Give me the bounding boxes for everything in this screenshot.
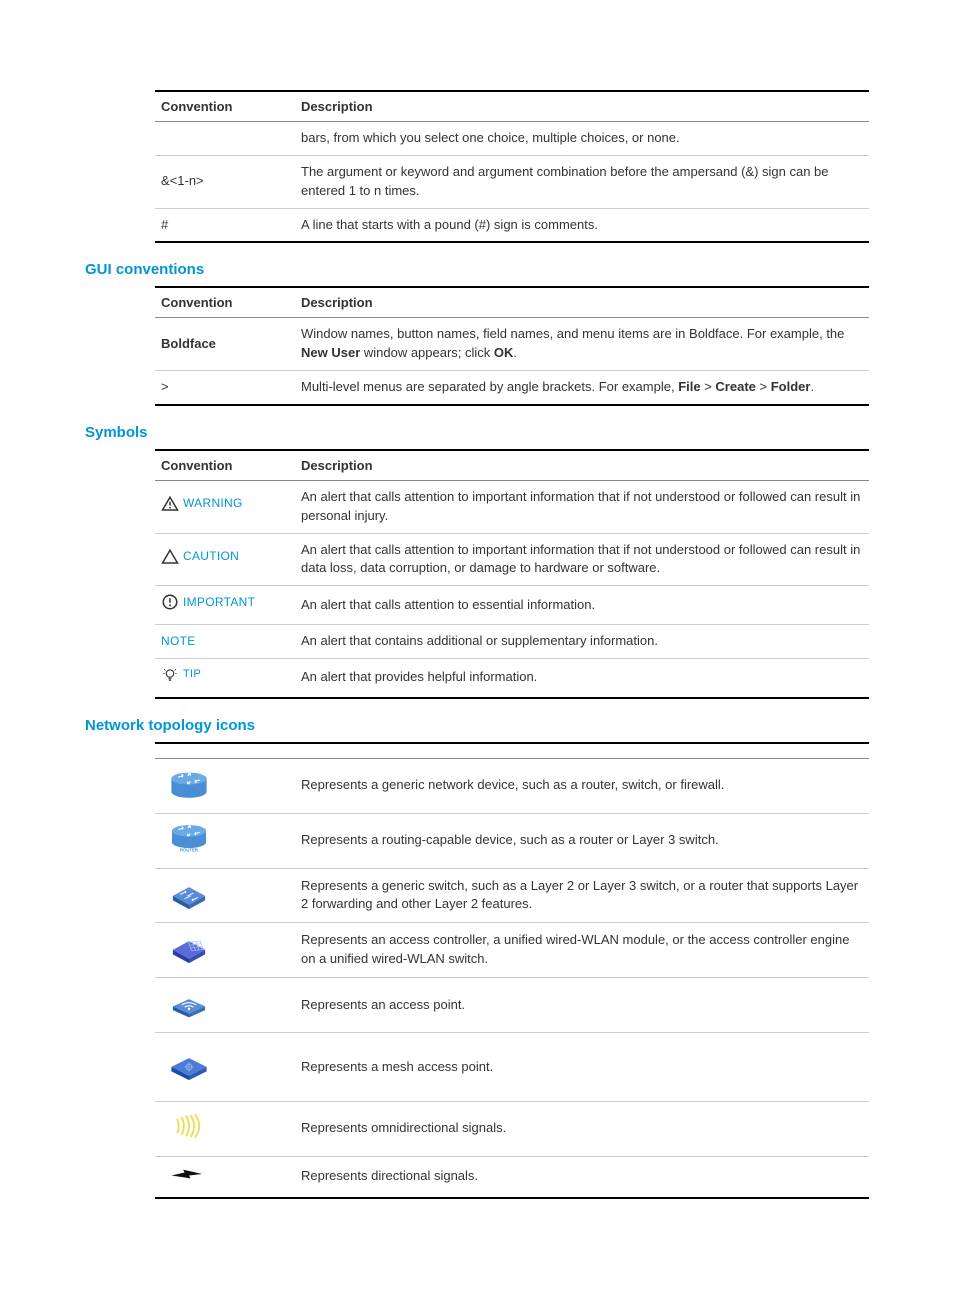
table-row: IMPORTANT An alert that calls attention … [155,586,869,625]
header-convention: Convention [155,287,295,318]
mesh-access-point-icon [167,1047,211,1081]
tip-lightbulb-icon [161,666,179,684]
table-row: &<1-n> The argument or keyword and argum… [155,155,869,208]
access-point-icon [167,985,211,1019]
table-row: bars, from which you select one choice, … [155,122,869,156]
table-row: Represents an access point. [155,978,869,1033]
generic-network-device-icon [167,766,211,800]
header-description: Description [295,450,869,481]
table-row: # A line that starts with a pound (#) si… [155,208,869,242]
symbols-table: Convention Description WARNING An alert … [155,449,869,699]
directional-signals-icon [167,1164,211,1184]
switch-device-icon [167,876,211,910]
header-convention: Convention [155,91,295,122]
table-row: CAUTION An alert that calls attention to… [155,533,869,586]
heading-gui-conventions: GUI conventions [85,261,869,278]
table-row: > Multi-level menus are separated by ang… [155,371,869,405]
table-row: ROUTER Represents a routing-capable devi… [155,813,869,868]
table-row: Represents omnidirectional signals. [155,1101,869,1156]
conventions-table-continued: Convention Description bars, from which … [155,90,869,243]
caution-triangle-icon [161,548,179,566]
table-row: Represents a generic network device, suc… [155,758,869,813]
omnidirectional-signals-icon [167,1109,211,1143]
table-row: Represents directional signals. [155,1156,869,1197]
topology-table: Represents a generic network device, suc… [155,742,869,1199]
header-convention: Convention [155,450,295,481]
table-row: Boldface Window names, button names, fie… [155,318,869,371]
heading-symbols: Symbols [85,424,869,441]
table-row: WARNING An alert that calls attention to… [155,480,869,533]
heading-network-topology: Network topology icons [85,717,869,734]
access-controller-icon [167,930,211,964]
header-description: Description [295,287,869,318]
svg-text:ROUTER: ROUTER [180,847,198,852]
table-row: Represents an access controller, a unifi… [155,923,869,978]
table-row: TIP An alert that provides helpful infor… [155,658,869,697]
gui-conventions-table: Convention Description Boldface Window n… [155,286,869,406]
header-description: Description [295,91,869,122]
router-device-icon: ROUTER [167,821,211,855]
table-row: Represents a mesh access point. [155,1033,869,1102]
warning-triangle-icon [161,495,179,513]
important-circle-icon [161,593,179,611]
table-row: NOTE An alert that contains additional o… [155,625,869,659]
table-row: Represents a generic switch, such as a L… [155,868,869,923]
